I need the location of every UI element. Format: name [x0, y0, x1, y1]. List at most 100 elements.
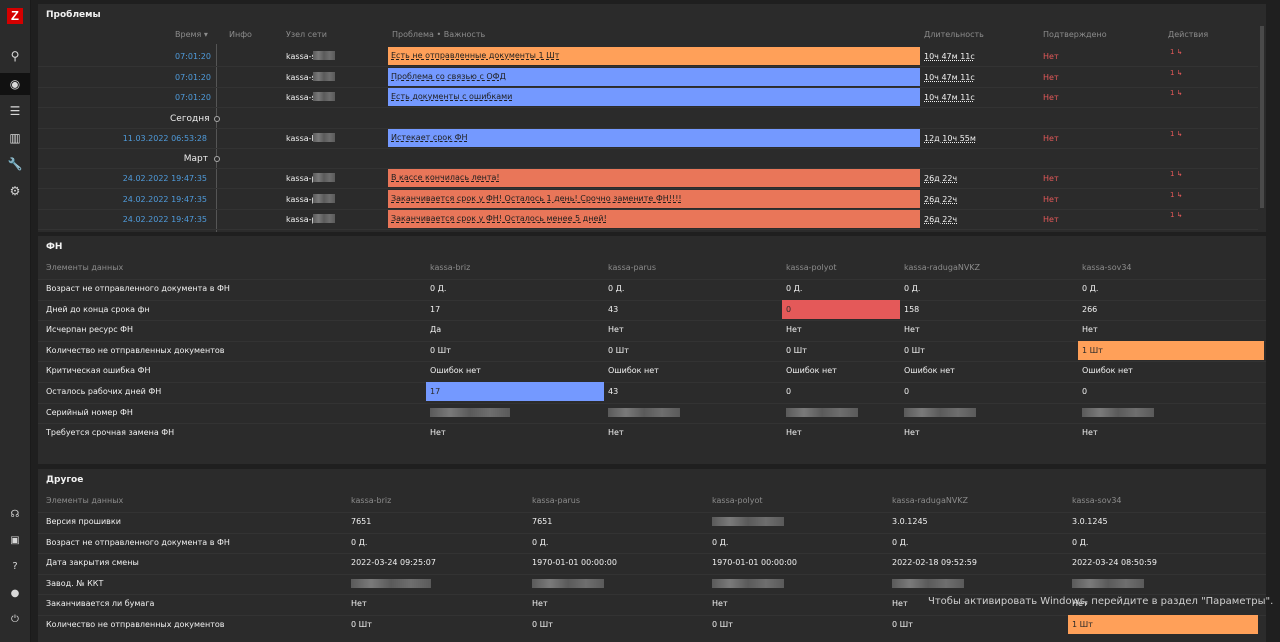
item-value[interactable]: 0 Шт	[904, 346, 925, 355]
eye-icon[interactable]: ◉	[0, 73, 30, 95]
item-value[interactable]: 0	[904, 387, 909, 396]
problem-time-link[interactable]: 24.02.2022 19:47:35	[118, 174, 207, 183]
table-header-host[interactable]: kassa-polyot	[712, 496, 762, 505]
item-value[interactable]: Нет	[786, 428, 802, 437]
item-value[interactable]: Нет	[786, 325, 802, 334]
problem-host[interactable]: kassa-s	[286, 73, 316, 82]
item-value[interactable]: 2022-03-24 09:25:07	[351, 558, 436, 567]
problem-ack-link[interactable]: Нет	[1043, 174, 1059, 183]
problem-duration[interactable]: 10ч 47м 11с	[924, 93, 975, 102]
table-header-host[interactable]: kassa-polyot	[786, 263, 836, 272]
item-value[interactable]: 43	[608, 387, 618, 396]
item-value[interactable]: 0 Шт	[532, 620, 553, 629]
problem-name-average[interactable]: Заканчивается срок у ФН! Осталось менее …	[388, 210, 920, 228]
item-value[interactable]: 0	[1082, 387, 1087, 396]
item-value[interactable]: 1970-01-01 00:00:00	[712, 558, 797, 567]
item-value[interactable]: 0 Д.	[786, 284, 802, 293]
problem-name-info[interactable]: Есть документы с ошибками	[388, 88, 920, 106]
item-value[interactable]: Да	[430, 325, 441, 334]
item-value[interactable]: Нет	[1082, 428, 1098, 437]
problem-duration[interactable]: 10ч 47м 11с	[924, 52, 975, 61]
problem-time-link[interactable]: 11.03.2022 06:53:28	[118, 134, 207, 143]
zabbix-logo[interactable]: Z	[7, 8, 23, 24]
problem-name-average[interactable]: В кассе кончилась лента!	[388, 169, 920, 187]
problem-name-info[interactable]: Проблема со связью с ОФД	[388, 67, 920, 86]
item-value[interactable]: Ошибок нет	[608, 366, 659, 375]
problem-duration[interactable]: 26д 22ч	[924, 174, 957, 183]
item-value[interactable]: Нет	[608, 428, 624, 437]
item-value[interactable]: 0 Шт	[608, 346, 629, 355]
item-value[interactable]: Нет	[351, 599, 367, 608]
item-value[interactable]: Ошибок нет	[904, 366, 955, 375]
help-icon[interactable]: ?	[0, 555, 30, 577]
item-value[interactable]: 0 Д.	[608, 284, 624, 293]
problem-duration[interactable]: 26д 22ч	[924, 215, 957, 224]
item-value[interactable]: Нет	[892, 599, 908, 608]
item-value[interactable]: 0	[786, 305, 791, 314]
item-value[interactable]: 266	[1082, 305, 1097, 314]
item-value[interactable]: Ошибок нет	[430, 366, 481, 375]
item-value[interactable]: 17	[430, 387, 440, 396]
item-value[interactable]: 0 Д.	[430, 284, 446, 293]
table-header-host[interactable]: kassa-sov34	[1082, 263, 1132, 272]
item-value[interactable]: 1 Шт	[1072, 620, 1093, 629]
item-value[interactable]: 0 Д.	[1082, 284, 1098, 293]
item-value[interactable]: 43	[608, 305, 618, 314]
table-header-host[interactable]: kassa-parus	[608, 263, 656, 272]
headset-icon[interactable]: ☊	[0, 503, 30, 525]
item-value[interactable]: 0 Шт	[892, 620, 913, 629]
problem-duration[interactable]: 10ч 47м 11с	[924, 73, 975, 82]
problems-scrollbar[interactable]	[1260, 26, 1264, 208]
item-value[interactable]: 0 Д.	[532, 538, 548, 547]
problem-actions-icon[interactable]: 1 ↳	[1170, 212, 1183, 219]
item-value[interactable]: Нет	[532, 599, 548, 608]
problem-actions-icon[interactable]: 1 ↳	[1170, 69, 1183, 77]
bar-chart-icon[interactable]: ▥	[0, 127, 30, 149]
item-value[interactable]: 0 Шт	[786, 346, 807, 355]
problem-ack-link[interactable]: Нет	[1043, 52, 1059, 61]
problem-name-info[interactable]: Истекает срок ФН	[388, 128, 920, 147]
problem-time-link[interactable]: 07:01:20	[175, 93, 211, 102]
item-value[interactable]: 3.0.1245	[892, 517, 928, 526]
problem-time-link[interactable]: 24.02.2022 19:47:35	[118, 215, 207, 224]
item-value[interactable]: Нет	[904, 428, 920, 437]
problem-name-average[interactable]: Заканчивается срок у ФН! Осталось 1 день…	[388, 189, 920, 208]
problem-actions-icon[interactable]: 1 ↳	[1170, 49, 1183, 56]
problem-ack-link[interactable]: Нет	[1043, 73, 1059, 82]
item-value[interactable]: Нет	[430, 428, 446, 437]
problem-ack-link[interactable]: Нет	[1043, 215, 1059, 224]
item-value[interactable]: Ошибок нет	[786, 366, 837, 375]
item-value[interactable]: 2022-02-18 09:52:59	[892, 558, 977, 567]
item-value[interactable]: 0	[786, 387, 791, 396]
item-value[interactable]: 7651	[532, 517, 552, 526]
item-value[interactable]: 0 Шт	[430, 346, 451, 355]
item-value[interactable]: 17	[430, 305, 440, 314]
item-value[interactable]: 0 Шт	[351, 620, 372, 629]
problem-ack-link[interactable]: Нет	[1043, 195, 1059, 204]
problem-ack-link[interactable]: Нет	[1043, 134, 1059, 143]
table-header-host[interactable]: kassa-sov34	[1072, 496, 1122, 505]
problem-time-link[interactable]: 07:01:20	[175, 52, 211, 61]
header-time[interactable]: Время ▾	[175, 30, 208, 39]
item-value[interactable]: 0 Д.	[904, 284, 920, 293]
problem-name-warning[interactable]: Есть не отправленные документы 1 Шт	[388, 47, 920, 65]
table-header-host[interactable]: kassa-parus	[532, 496, 580, 505]
problem-actions-icon[interactable]: 1 ↳	[1170, 171, 1183, 178]
problem-host[interactable]: kassa-s	[286, 93, 316, 102]
item-value[interactable]: 1970-01-01 00:00:00	[532, 558, 617, 567]
item-value[interactable]: 2022-03-24 08:50:59	[1072, 558, 1157, 567]
power-icon[interactable]: ⏻	[0, 608, 30, 630]
item-value[interactable]: Нет	[904, 325, 920, 334]
item-value[interactable]: 1 Шт	[1082, 346, 1103, 355]
item-value[interactable]: 158	[904, 305, 919, 314]
item-value[interactable]: 0 Д.	[1072, 538, 1088, 547]
wrench-icon[interactable]: 🔧	[0, 153, 30, 175]
list-icon[interactable]: ☰	[0, 100, 30, 122]
search-icon[interactable]: ⚲	[0, 45, 30, 67]
table-header-host[interactable]: kassa-briz	[351, 496, 391, 505]
problem-time-link[interactable]: 24.02.2022 19:47:35	[118, 195, 207, 204]
table-header-host[interactable]: kassa-radugaNVKZ	[892, 496, 968, 505]
item-value[interactable]: 0 Д.	[892, 538, 908, 547]
item-value[interactable]: Нет	[608, 325, 624, 334]
problem-duration[interactable]: 12д 10ч 55м	[924, 134, 976, 143]
